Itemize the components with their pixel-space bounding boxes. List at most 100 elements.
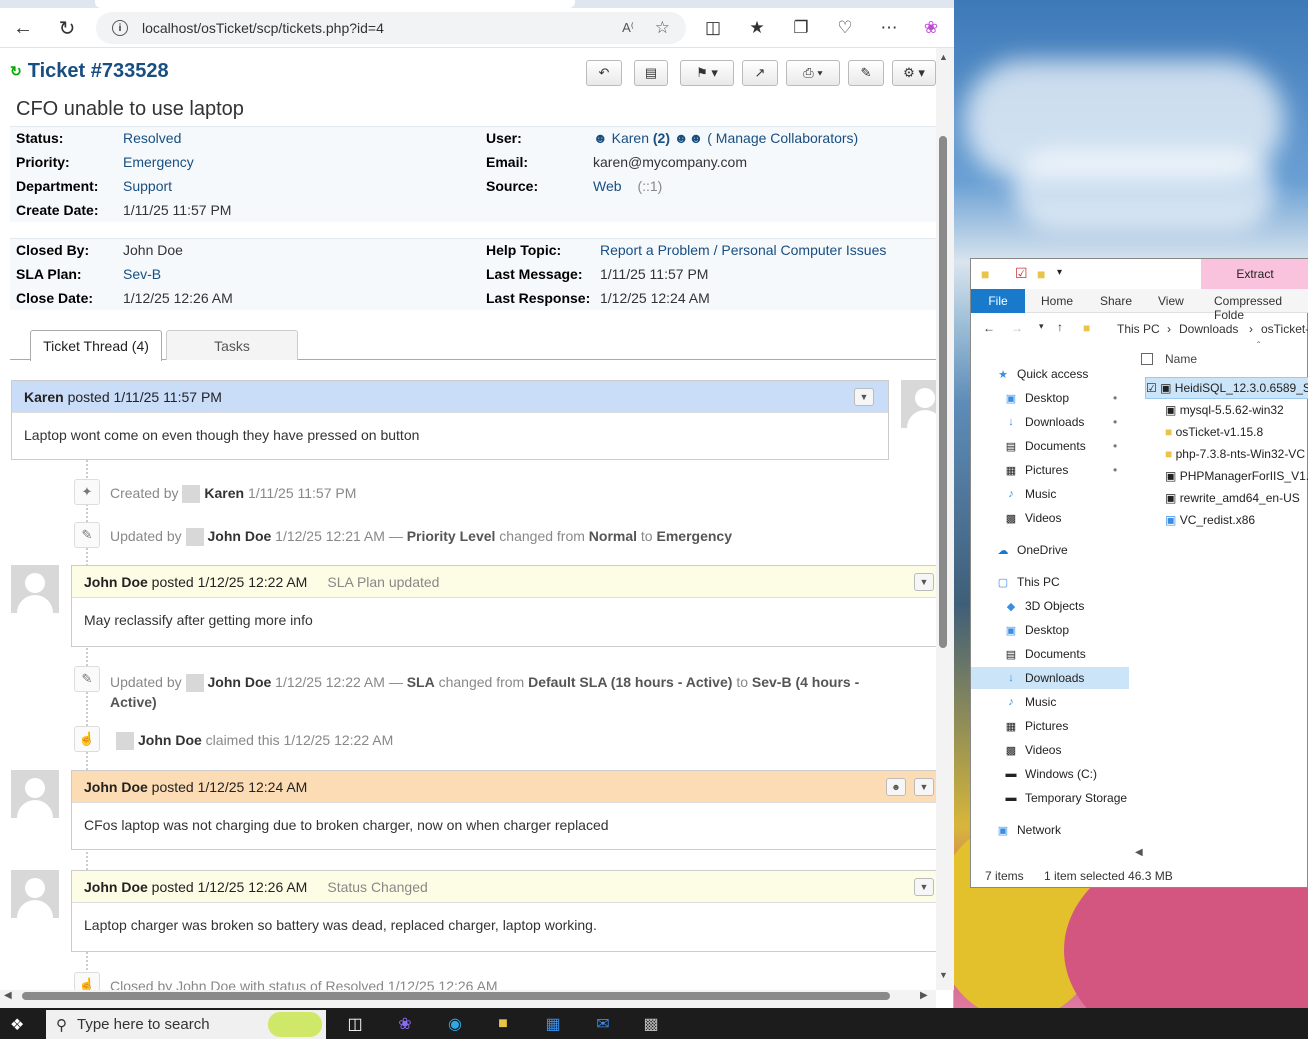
reply-button[interactable]: ↶ — [586, 60, 622, 86]
file-php[interactable]: ■ php-7.3.8-nts-Win32-VC — [1165, 443, 1305, 465]
settings-dropdown-button[interactable]: ⚙ ▾ — [892, 60, 936, 86]
read-aloud-icon[interactable]: A⁽ — [622, 20, 634, 36]
nav-pictures-pc[interactable]: ▦ Pictures — [971, 715, 1129, 737]
store-icon[interactable]: ▦ — [540, 1012, 566, 1036]
entry-menu-chevron-icon[interactable]: ▼ — [914, 878, 934, 896]
nav-quick-access[interactable]: ★ Quick access — [971, 363, 1129, 385]
windows-start-icon[interactable]: ❖ — [10, 1015, 24, 1035]
ribbon-home-tab[interactable]: Home — [1041, 294, 1073, 308]
manage-collaborators-link[interactable]: ( Manage Collaborators) — [707, 130, 858, 146]
nav-windows-c[interactable]: ▬ Windows (C:) — [971, 763, 1129, 785]
tab-ticket-thread[interactable]: Ticket Thread (4) — [30, 330, 162, 361]
ticket-number-heading[interactable]: ↻ Ticket #733528 — [10, 60, 169, 83]
refresh-icon[interactable]: ↻ — [52, 14, 82, 42]
refresh-ticket-icon[interactable]: ↻ — [10, 63, 22, 80]
file-osticket[interactable]: ■ osTicket-v1.15.8 — [1165, 421, 1263, 443]
nav-3d-objects[interactable]: ◆ 3D Objects — [971, 595, 1129, 617]
recent-dropdown-icon[interactable]: ▾ — [1039, 321, 1044, 332]
properties-icon[interactable]: ☑ — [1015, 265, 1028, 282]
ribbon-view-tab[interactable]: View — [1158, 294, 1184, 308]
favorites-icon[interactable]: ★ — [742, 14, 772, 42]
entry-menu-chevron-icon[interactable]: ▼ — [914, 778, 934, 796]
edit-button[interactable]: ✎ — [848, 60, 884, 86]
installer-icon: ▣ — [1165, 491, 1177, 505]
ticket-tabs: Ticket Thread (4) Tasks — [10, 328, 936, 361]
entry-menu-chevron-icon[interactable]: ▼ — [854, 388, 874, 406]
flag-dropdown-button[interactable]: ⚑ ▾ — [680, 60, 734, 86]
taskbar-search[interactable]: ⚲ Type here to search — [46, 1010, 326, 1039]
breadcrumb-osticket[interactable]: osTicket- — [1261, 322, 1308, 336]
site-info-icon[interactable]: i — [112, 20, 128, 36]
entry-posted: posted 1/11/25 11:57 PM — [67, 388, 222, 405]
ribbon-share-tab[interactable]: Share — [1100, 294, 1132, 308]
nav-onedrive[interactable]: ☁ OneDrive — [971, 539, 1129, 561]
quick-access-dropdown-icon[interactable]: ▾ — [1057, 267, 1062, 278]
help-topic-value[interactable]: Report a Problem / Personal Computer Iss… — [600, 242, 886, 258]
copilot-icon[interactable]: ❀ — [392, 1012, 418, 1036]
split-screen-icon[interactable]: ◫ — [698, 14, 728, 42]
horizontal-scroll-thumb[interactable] — [22, 992, 890, 1000]
source-value[interactable]: Web — [593, 178, 622, 194]
more-menu-icon[interactable]: ⋯ — [874, 14, 904, 42]
status-value[interactable]: Resolved — [123, 130, 181, 146]
scroll-left-icon[interactable]: ◀ — [1135, 847, 1143, 858]
nav-documents-pc[interactable]: ▤ Documents — [971, 643, 1129, 665]
active-browser-tab[interactable] — [95, 0, 575, 8]
back-icon[interactable]: ← — [8, 14, 38, 42]
tab-tasks[interactable]: Tasks — [166, 330, 298, 360]
file-rewrite[interactable]: ▣ rewrite_amd64_en-US — [1165, 487, 1300, 509]
nav-downloads[interactable]: ↓ Downloads • — [971, 411, 1129, 433]
up-icon[interactable]: ↑ — [1057, 320, 1063, 334]
sla-plan-value[interactable]: Sev-B — [123, 266, 161, 282]
browser-essentials-icon[interactable]: ♡ — [830, 14, 860, 42]
print-dropdown-button[interactable]: ⎙ ▾ — [786, 60, 840, 86]
forward-icon[interactable]: → — [1011, 321, 1023, 335]
file-explorer-icon[interactable]: ■ — [490, 1012, 516, 1036]
back-icon[interactable]: ← — [983, 321, 995, 335]
nav-network[interactable]: ▣ Network — [971, 819, 1129, 841]
horizontal-scrollbar[interactable]: ◀ ▶ — [0, 990, 936, 1008]
vertical-scrollbar[interactable]: ▲ ▼ — [936, 48, 954, 990]
department-value[interactable]: Support — [123, 178, 172, 194]
new-folder-icon[interactable]: ■ — [1037, 266, 1045, 282]
nav-documents[interactable]: ▤ Documents • — [971, 435, 1129, 457]
file-mysql[interactable]: ▣ mysql-5.5.62-win32 — [1165, 399, 1284, 421]
mail-icon[interactable]: ✉ — [590, 1012, 616, 1036]
explorer-address-bar[interactable]: ← → ▾ ↑ ■ This PC › Downloads › osTicket… — [971, 317, 1308, 343]
nav-pictures[interactable]: ▦ Pictures • — [971, 459, 1129, 481]
server-manager-icon[interactable]: ▩ — [638, 1012, 664, 1036]
file-heidisql[interactable]: ☑ ▣ HeidiSQL_12.3.0.6589_Se — [1145, 377, 1308, 399]
file-vc-redist[interactable]: ▣ VC_redist.x86 — [1165, 509, 1255, 531]
nav-this-pc[interactable]: ▢ This PC — [971, 571, 1129, 593]
checkbox-checked-icon[interactable]: ☑ — [1146, 381, 1157, 395]
priority-value[interactable]: Emergency — [123, 154, 194, 170]
copilot-icon[interactable]: ❀ — [916, 14, 946, 42]
transfer-button[interactable]: ↗ — [742, 60, 778, 86]
extract-tab[interactable]: Extract — [1201, 259, 1308, 289]
user-link[interactable]: Karen — [612, 130, 649, 146]
favorite-star-icon[interactable]: ☆ — [655, 18, 670, 38]
file-phpmanager[interactable]: ▣ PHPManagerForIIS_V1.5 — [1165, 465, 1308, 487]
nav-downloads-pc[interactable]: ↓ Downloads — [971, 667, 1129, 689]
user-icon[interactable]: ☻ — [886, 778, 906, 796]
select-all-checkbox[interactable] — [1141, 353, 1153, 365]
print-icon: ⎙ ▾ — [803, 65, 823, 80]
nav-music-pc[interactable]: ♪ Music — [971, 691, 1129, 713]
nav-desktop-pc[interactable]: ▣ Desktop — [971, 619, 1129, 641]
edge-browser-icon[interactable]: ◉ — [442, 1012, 468, 1036]
task-view-icon[interactable]: ◫ — [342, 1012, 368, 1036]
address-bar[interactable]: i localhost/osTicket/scp/tickets.php?id=… — [96, 12, 686, 44]
note-button[interactable]: ▤ — [634, 60, 668, 86]
entry-menu-chevron-icon[interactable]: ▼ — [914, 573, 934, 591]
name-column-header[interactable]: Name — [1165, 352, 1197, 366]
nav-desktop[interactable]: ▣ Desktop • — [971, 387, 1129, 409]
nav-music[interactable]: ♪ Music — [971, 483, 1129, 505]
nav-videos-pc[interactable]: ▩ Videos — [971, 739, 1129, 761]
collections-icon[interactable]: ❐ — [786, 14, 816, 42]
nav-videos[interactable]: ▩ Videos — [971, 507, 1129, 529]
nav-temporary-storage[interactable]: ▬ Temporary Storage — [971, 787, 1129, 809]
vertical-scroll-thumb[interactable] — [939, 136, 947, 648]
breadcrumb-downloads[interactable]: Downloads — [1179, 322, 1238, 336]
breadcrumb-this-pc[interactable]: This PC — [1117, 322, 1160, 336]
ribbon-file-tab[interactable]: File — [971, 289, 1025, 313]
